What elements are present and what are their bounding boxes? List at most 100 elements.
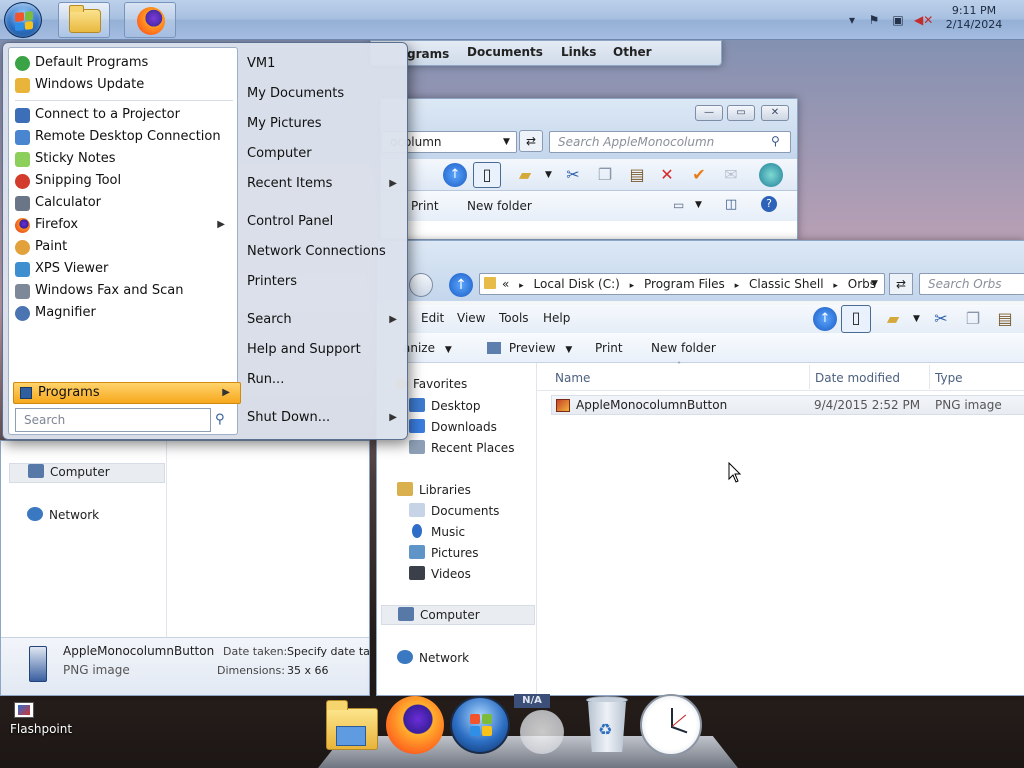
- print-button[interactable]: Print: [411, 199, 439, 213]
- refresh-icon[interactable]: ⇄: [519, 130, 543, 152]
- help-icon[interactable]: ?: [761, 196, 777, 212]
- copy-icon[interactable]: ❐: [593, 163, 617, 187]
- shell-settings-icon[interactable]: [759, 163, 783, 187]
- start-right-vm1[interactable]: VM1: [247, 53, 403, 75]
- email-icon[interactable]: ✉: [719, 163, 743, 187]
- start-item-remote-desktop[interactable]: Remote Desktop Connection: [13, 126, 235, 148]
- start-item-sticky-notes[interactable]: Sticky Notes: [13, 148, 235, 170]
- tab-documents[interactable]: Documents: [467, 45, 543, 59]
- start-item-snipping-tool[interactable]: Snipping Tool: [13, 170, 235, 192]
- file-row[interactable]: AppleMonocolumnButton 9/4/2015 2:52 PM P…: [551, 395, 1024, 415]
- start-right-computer[interactable]: Computer: [247, 143, 403, 165]
- menu-help[interactable]: Help: [543, 311, 570, 325]
- preview-button[interactable]: Preview ▼: [487, 341, 572, 355]
- search-icon[interactable]: ⚲: [771, 134, 780, 148]
- column-type[interactable]: Type: [935, 371, 963, 385]
- move-to-icon[interactable]: ▰: [881, 307, 905, 331]
- breadcrumb-local-disk[interactable]: Local Disk (C:): [534, 277, 620, 291]
- dock-file-explorer-icon[interactable]: [322, 696, 380, 754]
- tab-programs[interactable]: grams: [407, 47, 449, 61]
- minimize-button[interactable]: —: [695, 105, 723, 121]
- menu-edit[interactable]: Edit: [421, 311, 444, 325]
- refresh-icon[interactable]: ⇄: [889, 273, 913, 295]
- start-right-search[interactable]: Search ▶: [247, 309, 403, 331]
- nav-item-network[interactable]: Network: [397, 650, 469, 665]
- tab-other[interactable]: Other: [613, 45, 652, 59]
- start-button[interactable]: [4, 2, 42, 38]
- search-input[interactable]: Search Orbs: [919, 273, 1024, 295]
- volume-muted-icon[interactable]: ◀✕: [914, 12, 933, 28]
- menu-view[interactable]: View: [457, 311, 485, 325]
- move-to-icon[interactable]: ▰: [513, 163, 537, 187]
- view-options-icon[interactable]: ▭: [673, 198, 684, 212]
- nav-item-videos[interactable]: Videos: [409, 566, 471, 581]
- dock-na-gadget-icon[interactable]: N/A: [514, 694, 572, 756]
- start-search-input[interactable]: Search: [15, 408, 211, 432]
- properties-icon[interactable]: ✔: [687, 163, 711, 187]
- details-date-value[interactable]: Specify date tak: [287, 645, 369, 658]
- paste-icon[interactable]: ▤: [625, 163, 649, 187]
- menu-tools[interactable]: Tools: [499, 311, 529, 325]
- new-folder-button[interactable]: New folder: [651, 341, 716, 355]
- preview-pane-icon[interactable]: ◫: [725, 197, 737, 212]
- start-right-shut-down[interactable]: Shut Down... ▶: [247, 407, 403, 429]
- paste-icon[interactable]: ▤: [993, 307, 1017, 331]
- organize-button[interactable]: anize ▼: [403, 341, 452, 355]
- breadcrumb-classic-shell[interactable]: Classic Shell: [749, 277, 824, 291]
- folders-pane-icon[interactable]: ▯: [473, 162, 501, 188]
- view-dropdown-icon[interactable]: ▼: [695, 200, 702, 210]
- address-dropdown-icon[interactable]: ▼: [871, 279, 878, 289]
- dock-firefox-icon[interactable]: [386, 696, 444, 754]
- start-right-my-documents[interactable]: My Documents: [247, 83, 403, 105]
- start-item-paint[interactable]: Paint: [13, 236, 235, 258]
- dock-recycle-bin-icon[interactable]: ♻: [582, 694, 632, 756]
- nav-item-computer[interactable]: Computer: [381, 605, 535, 625]
- move-to-dropdown-icon[interactable]: ▼: [913, 314, 920, 324]
- cut-icon[interactable]: ✂: [929, 307, 953, 331]
- start-right-help-support[interactable]: Help and Support: [247, 339, 403, 361]
- search-icon[interactable]: ⚲: [215, 412, 225, 427]
- breadcrumb-program-files[interactable]: Program Files: [644, 277, 725, 291]
- nav-item-pictures[interactable]: Pictures: [409, 545, 479, 560]
- dock-start-orb-icon[interactable]: [450, 696, 510, 754]
- nav-item-music[interactable]: Music: [409, 524, 465, 539]
- dock-clock-icon[interactable]: [640, 694, 702, 756]
- breadcrumb-overflow[interactable]: «: [502, 277, 509, 291]
- cut-icon[interactable]: ✂: [561, 163, 585, 187]
- taskbar-explorer-button[interactable]: [58, 2, 110, 38]
- nav-libraries[interactable]: Libraries: [397, 482, 471, 497]
- start-right-run[interactable]: Run...: [247, 369, 403, 391]
- chevron-up-icon[interactable]: ▾: [844, 12, 860, 28]
- network-icon[interactable]: ▣: [890, 12, 906, 28]
- folders-pane-icon[interactable]: ▯: [841, 305, 871, 333]
- start-right-printers[interactable]: Printers: [247, 271, 403, 293]
- nav-item-recent-places[interactable]: Recent Places: [409, 440, 514, 455]
- address-dropdown-icon[interactable]: ▼: [503, 137, 510, 147]
- start-right-network-connections[interactable]: Network Connections: [247, 241, 403, 263]
- new-folder-button[interactable]: New folder: [467, 199, 532, 213]
- start-item-default-programs[interactable]: Default Programs: [13, 52, 235, 74]
- start-item-connect-projector[interactable]: Connect to a Projector: [13, 104, 235, 126]
- maximize-button[interactable]: ▭: [727, 105, 755, 121]
- taskbar-firefox-button[interactable]: [124, 2, 176, 38]
- search-input[interactable]: Search AppleMonocolumn: [549, 131, 791, 153]
- start-item-windows-update[interactable]: Windows Update: [13, 74, 235, 96]
- delete-icon[interactable]: ✕: [655, 163, 679, 187]
- start-item-magnifier[interactable]: Magnifier: [13, 302, 235, 324]
- column-date-modified[interactable]: Date modified: [815, 371, 927, 385]
- up-folder-icon[interactable]: ↑: [443, 163, 467, 187]
- nav-item-desktop[interactable]: Desktop: [409, 398, 481, 413]
- print-button[interactable]: Print: [595, 341, 623, 355]
- up-button[interactable]: ↑: [449, 273, 473, 297]
- up-folder-icon[interactable]: ↑: [813, 307, 837, 331]
- copy-icon[interactable]: ❐: [961, 307, 985, 331]
- clock[interactable]: 9:11 PM 2/14/2024: [944, 4, 1004, 32]
- start-item-xps-viewer[interactable]: XPS Viewer: [13, 258, 235, 280]
- nav-item-downloads[interactable]: Downloads: [409, 419, 497, 434]
- nav-item-documents[interactable]: Documents: [409, 503, 499, 518]
- start-right-control-panel[interactable]: Control Panel: [247, 211, 403, 233]
- start-right-my-pictures[interactable]: My Pictures: [247, 113, 403, 135]
- start-item-fax-scan[interactable]: Windows Fax and Scan: [13, 280, 235, 302]
- tab-links[interactable]: Links: [561, 45, 596, 59]
- start-item-calculator[interactable]: Calculator: [13, 192, 235, 214]
